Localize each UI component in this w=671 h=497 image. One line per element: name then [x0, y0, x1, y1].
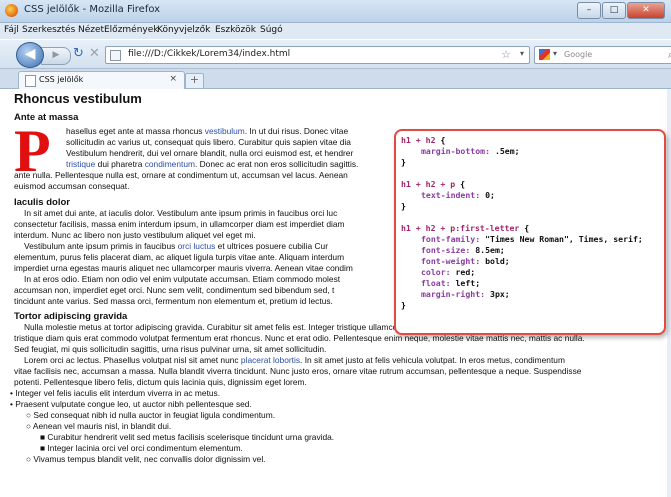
code-line: margin-right: 3px;: [421, 289, 510, 299]
para-line: tristique dui pharetra condimentum. Done…: [66, 159, 359, 169]
search-box[interactable]: ▾ Google ⌕: [534, 46, 671, 64]
para-line: interdum. Nunc ac libero non justo vesti…: [14, 230, 256, 240]
window-controls: – □ ✕: [577, 2, 665, 19]
tab-strip: CSS jelölők × +: [0, 69, 671, 89]
firefox-icon: [5, 4, 18, 17]
url-text[interactable]: file:///D:/Cikkek/Lorem34/index.html: [128, 49, 290, 59]
para-line: Vestibulum ante ipsum primis in faucibus…: [24, 241, 328, 251]
code-line: font-weight: bold;: [421, 256, 510, 266]
menu-tools[interactable]: Eszközök: [215, 25, 256, 35]
list-item: ■ Integer lacinia orci vel orci condimen…: [40, 443, 243, 453]
menu-view[interactable]: Nézet: [78, 25, 104, 35]
code-line: margin-bottom: .5em;: [421, 146, 520, 156]
para-line: In at eros odio. Etiam non odio vel enim…: [24, 274, 341, 284]
page-favicon-icon: [110, 50, 121, 61]
bookmark-star-icon[interactable]: ☆: [501, 48, 511, 61]
menu-bookmarks[interactable]: Könyvjelzők: [157, 25, 210, 35]
url-dropdown-icon[interactable]: ▾: [520, 49, 524, 58]
para-line: potenti. Pellentesque libero felis, dict…: [14, 377, 307, 387]
link-tristique[interactable]: tristique: [66, 159, 95, 169]
para-line: Vestibulum hendrerit, dui vel ornare bla…: [66, 148, 354, 158]
new-tab-button[interactable]: +: [185, 73, 204, 89]
link-vestibulum[interactable]: vestibulum: [205, 126, 245, 136]
code-line: h1 + h2 {: [401, 135, 446, 145]
close-button[interactable]: ✕: [627, 2, 665, 19]
code-line: font-family: "Times New Roman", Times, s…: [421, 234, 643, 244]
css-code-popup: h1 + h2 { margin-bottom: .5em; } h1 + h2…: [394, 129, 666, 335]
search-input[interactable]: Google: [564, 50, 592, 59]
section-heading-iaculis: Iaculis dolor: [14, 197, 70, 208]
menu-history[interactable]: Előzmények: [104, 25, 159, 35]
para-line: euismod accumsan consequat.: [14, 181, 130, 191]
list-item: • Praesent vulputate congue leo, ut auct…: [10, 399, 252, 409]
para-line: In sit amet dui ante, at iaculis dolor. …: [24, 208, 338, 218]
menu-file[interactable]: Fájl: [4, 25, 19, 35]
list-item: ○ Sed consequat nibh id nulla auctor in …: [26, 410, 276, 420]
page-heading: Rhoncus vestibulum: [14, 91, 142, 106]
google-icon[interactable]: [539, 49, 550, 60]
code-line: font-size: 8.5em;: [421, 245, 505, 255]
forward-button[interactable]: ▶: [41, 47, 71, 65]
search-engine-dropdown-icon[interactable]: ▾: [553, 49, 557, 58]
para-line: sollicitudin ac varius ut, consequat qui…: [66, 137, 351, 147]
link-placerat-lobortis[interactable]: placerat lobortis: [241, 355, 300, 365]
para-line: Sed feugiat, mi quis sollicitudin sagitt…: [14, 344, 327, 354]
para-line: accumsan non, imperdiet eget orci. Nunc …: [14, 285, 335, 295]
code-line: }: [401, 201, 406, 211]
vertical-scrollbar[interactable]: [667, 89, 671, 497]
para-line: consectetur facilisis, massa enim interd…: [14, 219, 345, 229]
code-line: text-indent: 0;: [421, 190, 495, 200]
window-title: CSS jelölők - Mozilla Firefox: [24, 4, 161, 15]
link-condimentum[interactable]: condimentum: [145, 159, 195, 169]
menu-help[interactable]: Súgó: [260, 25, 283, 35]
tab-label: CSS jelölők: [39, 75, 84, 84]
tab-favicon-icon: [25, 75, 36, 87]
menu-edit[interactable]: Szerkesztés: [22, 25, 75, 35]
code-line: h1 + h2 + p {: [401, 179, 466, 189]
para-line: Lorem orci ac lectus. Phasellus volutpat…: [24, 355, 565, 365]
stop-icon[interactable]: ✕: [89, 47, 100, 61]
para-line: hasellus eget ante at massa rhoncus vest…: [66, 126, 349, 136]
para-line: imperdiet urna egestas mauris aliquet ne…: [14, 263, 353, 273]
link-orci-luctus[interactable]: orci luctus: [178, 241, 216, 251]
list-item: ○ Aenean vel mauris nisl, in blandit dui…: [26, 421, 172, 431]
back-button[interactable]: ◀: [16, 42, 44, 68]
code-line: color: red;: [421, 267, 476, 277]
list-item: • Integer vel felis iaculis elit interdu…: [10, 388, 221, 398]
maximize-button[interactable]: □: [602, 2, 626, 19]
para-line: vitae facilisis nec, accumsan a massa. N…: [14, 366, 582, 376]
code-line: h1 + h2 + p:first-letter {: [401, 223, 530, 233]
drop-cap-letter: P: [14, 118, 51, 184]
title-bar: CSS jelölők - Mozilla Firefox – □ ✕: [0, 0, 671, 23]
tab-css-jelolok[interactable]: CSS jelölők ×: [18, 71, 185, 89]
code-line: }: [401, 300, 406, 310]
navigation-toolbar: ▶ ◀ ↻ ✕ ⌂ file:///D:/Cikkek/Lorem34/inde…: [0, 40, 671, 69]
reload-icon[interactable]: ↻: [73, 47, 84, 61]
para-line: elementum, purus felis placerat diam, ac…: [14, 252, 345, 262]
para-line: ante nulla. Pellentesque nulla est, orna…: [14, 170, 348, 180]
tab-close-icon[interactable]: ×: [169, 74, 177, 84]
list-item: ■ Curabitur hendrerit velit sed metus fa…: [40, 432, 335, 442]
minimize-button[interactable]: –: [577, 2, 601, 19]
section-heading-tortor: Tortor adipiscing gravida: [14, 311, 128, 322]
list-item: ○ Vivamus tempus blandit velit, nec conv…: [26, 454, 266, 464]
menu-bar: Fájl Szerkesztés Nézet Előzmények Könyvj…: [0, 23, 671, 39]
url-bar[interactable]: file:///D:/Cikkek/Lorem34/index.html ☆ ▾: [105, 46, 530, 64]
code-line: }: [401, 157, 406, 167]
code-line: float: left;: [421, 278, 481, 288]
para-line: tincidunt ante varius. Sed massa orci, f…: [14, 296, 333, 306]
